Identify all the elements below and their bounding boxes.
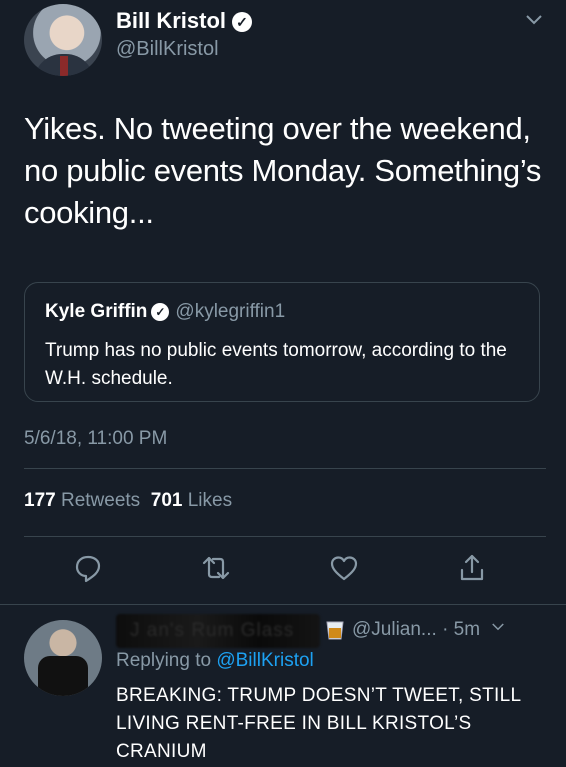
quoted-tweet[interactable]: Kyle Griffin ✓ @kylegriffin1 Trump has no … [24, 282, 540, 402]
divider [0, 604, 566, 605]
quoted-tweet-text: Trump has no public events tomorrow, acc… [45, 340, 507, 389]
divider [24, 536, 546, 537]
retweet-icon[interactable] [200, 552, 232, 584]
quoted-author-name: Kyle Griffin [45, 301, 148, 322]
like-icon[interactable] [328, 552, 360, 584]
chevron-down-icon[interactable] [522, 8, 546, 32]
divider [24, 468, 546, 469]
chevron-down-icon[interactable] [489, 618, 507, 642]
reply-meta: @Julian... · 5m [324, 618, 507, 642]
author-avatar[interactable] [24, 4, 102, 76]
verified-icon: ✓ [151, 302, 170, 321]
author-name[interactable]: Bill Kristol ✓ [116, 8, 253, 34]
share-icon[interactable] [456, 552, 488, 584]
reply-time[interactable]: · 5m [442, 619, 480, 640]
tweet-stats: 177 Retweets 701 Likes [24, 490, 232, 512]
quoted-author: Kyle Griffin ✓ @kylegriffin1 [45, 301, 285, 323]
reply-text: BREAKING: TRUMP DOESN’T TWEET, STILL LIV… [116, 685, 521, 762]
quoted-author-handle: @kylegriffin1 [175, 301, 286, 322]
reply-author-handle[interactable]: @Julian... [352, 619, 437, 640]
rum-glass-icon [324, 619, 346, 641]
retweets-label[interactable]: Retweets [61, 490, 140, 511]
reply-icon[interactable] [72, 552, 104, 584]
author-handle[interactable]: @BillKristol [116, 38, 219, 61]
replying-to-link[interactable]: @BillKristol [216, 650, 313, 671]
likes-count[interactable]: 701 [151, 490, 183, 511]
replying-prefix: Replying to [116, 650, 212, 671]
reply-author-name: J an's Rum Glass [130, 620, 295, 641]
reply-author-avatar[interactable] [24, 620, 102, 696]
author-name-text: Bill Kristol [116, 8, 227, 33]
replying-to: Replying to @BillKristol [116, 650, 314, 672]
tweet-text: Yikes. No tweeting over the weekend, no … [24, 111, 542, 230]
retweets-count[interactable]: 177 [24, 490, 56, 511]
tweet-timestamp[interactable]: 5/6/18, 11:00 PM [24, 428, 167, 450]
reply-author-name-redacted[interactable]: J an's Rum Glass [116, 614, 320, 648]
likes-label[interactable]: Likes [188, 490, 232, 511]
verified-icon: ✓ [232, 12, 253, 33]
